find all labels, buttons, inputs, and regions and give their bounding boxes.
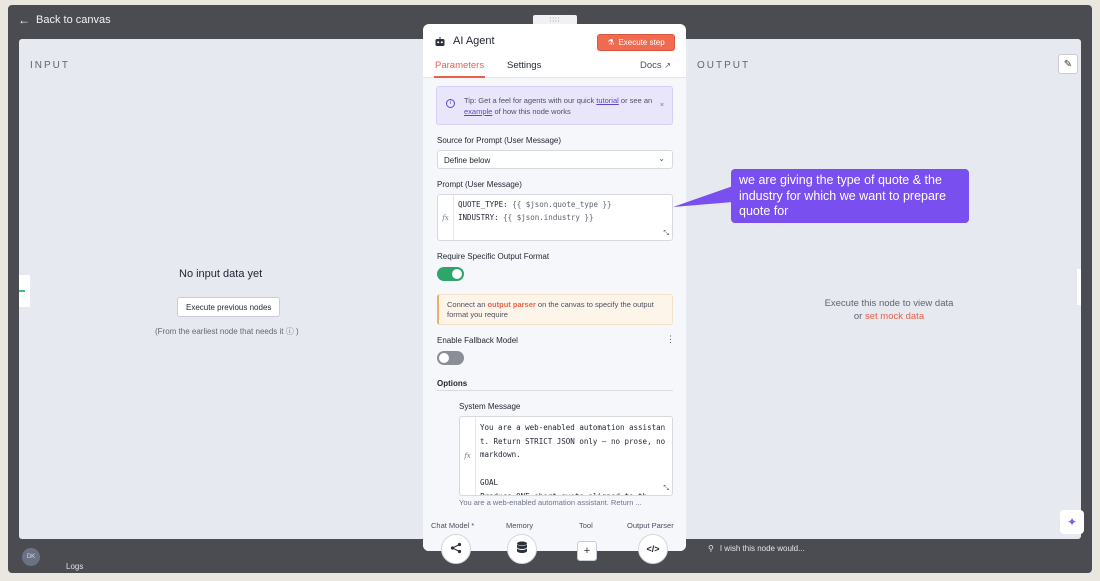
fx-icon: fx	[438, 195, 454, 240]
prompt-expression: {{ $json.industry }}	[503, 213, 594, 222]
memory-label: Memory	[506, 521, 534, 530]
source-for-prompt-value: Define below	[444, 156, 491, 165]
fallback-model-label: Enable Fallback Model	[437, 336, 518, 345]
require-format-label: Require Specific Output Format	[437, 252, 550, 261]
logs-label[interactable]: Logs	[66, 562, 83, 571]
chat-model-label: Chat Model *	[431, 521, 475, 530]
parameters-content[interactable]: i Tip: Get a feel for agents with our qu…	[423, 78, 686, 518]
memory-connector[interactable]	[507, 534, 537, 564]
wish-text: I wish this node would...	[719, 544, 805, 553]
tip-middle: or see an	[620, 96, 653, 105]
back-to-canvas-link[interactable]: ← Back to canvas	[18, 13, 111, 27]
prompt-line: INDUSTRY: {{ $json.industry }}	[458, 213, 593, 222]
panel-header: AI Agent ⚗ Execute step	[423, 24, 686, 58]
info-circle-icon[interactable]: ⓘ	[286, 327, 294, 336]
expand-icon[interactable]: ⤡	[663, 485, 669, 493]
source-for-prompt-label: Source for Prompt (User Message)	[437, 136, 562, 145]
share-nodes-icon	[450, 542, 462, 557]
tip-prefix: Tip: Get a feel for agents with our quic…	[464, 96, 595, 105]
notice-prefix: Connect an	[447, 300, 486, 309]
source-for-prompt-select[interactable]: Define below ⌄	[437, 150, 673, 169]
prompt-expression: {{ $json.quote_type }}	[512, 200, 612, 209]
chat-model-connector[interactable]	[441, 534, 471, 564]
prompt-key: QUOTE_TYPE:	[458, 200, 513, 209]
arrow-left-icon: ←	[18, 13, 30, 27]
annotation-callout: we are giving the type of quote & the in…	[731, 169, 969, 223]
back-to-canvas-label: Back to canvas	[36, 14, 111, 26]
more-options-icon[interactable]: ⋮	[666, 334, 675, 345]
info-icon: i	[446, 99, 455, 108]
feedback-prompt[interactable]: ⚲ I wish this node would...	[708, 544, 805, 553]
options-divider	[437, 390, 673, 391]
close-icon[interactable]: ×	[660, 100, 664, 111]
prompt-key: INDUSTRY:	[458, 213, 504, 222]
prompt-label: Prompt (User Message)	[437, 180, 522, 189]
tool-label: Tool	[579, 521, 593, 530]
code-icon: </>	[646, 544, 660, 554]
tab-settings[interactable]: Settings	[507, 60, 541, 76]
execute-step-label: Execute step	[618, 38, 665, 47]
chevron-down-icon: ⌄	[658, 154, 665, 163]
tab-docs[interactable]: Docs ↗	[640, 60, 671, 76]
example-link[interactable]: example	[464, 107, 492, 116]
tip-banner: i Tip: Get a feel for agents with our qu…	[436, 86, 673, 125]
system-message-label: System Message	[459, 402, 521, 411]
output-parser-link[interactable]: output parser	[487, 300, 535, 309]
tip-suffix: of how this node works	[494, 107, 571, 116]
fx-icon: fx	[460, 417, 476, 495]
no-input-text: No input data yet	[179, 268, 263, 280]
output-parser-notice: Connect an output parser on the canvas t…	[437, 294, 673, 325]
avatar[interactable]: DK	[22, 548, 40, 566]
tutorial-link[interactable]: tutorial	[596, 96, 619, 105]
node-settings-panel: AI Agent ⚗ Execute step Parameters Setti…	[423, 24, 686, 551]
output-parser-connector[interactable]: </>	[638, 534, 668, 564]
edit-output-button[interactable]: ✎	[1058, 54, 1078, 74]
output-empty-state: Execute this node to view data or set mo…	[809, 297, 969, 323]
flask-icon: ⚗	[607, 38, 615, 47]
execute-step-button[interactable]: ⚗ Execute step	[597, 34, 675, 51]
input-pane-title: INPUT	[30, 60, 70, 71]
tab-docs-label: Docs	[640, 60, 662, 71]
callout-pointer	[673, 186, 733, 207]
earliest-node-hint: (From the earliest node that needs it ⓘ …	[155, 326, 299, 337]
external-link-icon: ↗	[664, 61, 671, 70]
database-icon	[516, 541, 528, 557]
pencil-icon: ✎	[1063, 58, 1073, 70]
earliest-node-hint-text: (From the earliest node that needs it	[155, 327, 284, 336]
add-tool-button[interactable]: +	[577, 541, 597, 561]
require-format-toggle[interactable]	[437, 267, 464, 281]
plus-icon: +	[583, 545, 591, 557]
input-edge-handle[interactable]	[19, 275, 30, 307]
output-edge-handle[interactable]	[1077, 269, 1081, 305]
system-message-editor[interactable]: fx You are a web-enabled automation assi…	[459, 416, 673, 496]
execute-hint-text: Execute this node to view data	[824, 298, 954, 309]
system-message-preview: You are a web-enabled automation assista…	[459, 498, 642, 507]
execute-previous-nodes-button[interactable]: Execute previous nodes	[177, 297, 281, 317]
grip-dots-icon: ∷∷	[549, 17, 561, 24]
output-pane-title: OUTPUT	[697, 60, 751, 71]
prompt-line: QUOTE_TYPE: {{ $json.quote_type }}	[458, 200, 612, 209]
system-message-text: You are a web-enabled automation assista…	[480, 423, 666, 495]
set-mock-data-link[interactable]: set mock data	[865, 311, 924, 322]
node-title[interactable]: AI Agent	[453, 35, 495, 47]
fallback-model-toggle[interactable]	[437, 351, 464, 365]
robot-icon	[434, 36, 446, 48]
toggle-knob	[452, 269, 462, 279]
earliest-node-hint-end: )	[295, 327, 299, 336]
prompt-editor[interactable]: fx QUOTE_TYPE: {{ $json.quote_type }} IN…	[437, 194, 673, 241]
or-label: or	[853, 311, 863, 322]
tab-parameters[interactable]: Parameters	[434, 60, 486, 78]
options-heading: Options	[437, 379, 468, 388]
ai-assistant-button[interactable]: ✦	[1060, 510, 1084, 534]
expand-icon[interactable]: ⤡	[663, 230, 669, 238]
output-parser-label: Output Parser	[627, 521, 674, 530]
panel-tabs: Parameters Settings Docs ↗	[423, 58, 686, 78]
sparkle-icon: ✦	[1066, 515, 1078, 529]
lightbulb-icon: ⚲	[708, 544, 714, 553]
toggle-knob	[439, 353, 449, 363]
